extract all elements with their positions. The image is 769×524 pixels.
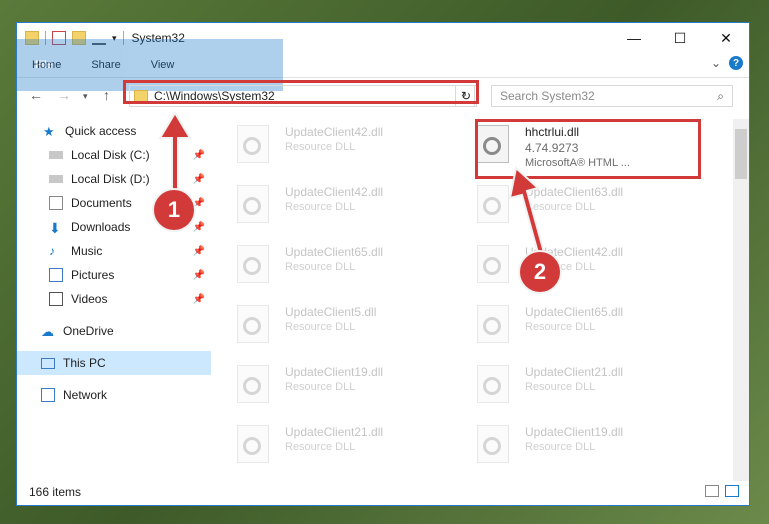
gear-icon <box>483 437 501 455</box>
sidebar-item-music[interactable]: ♪ Music 📌 <box>17 239 211 263</box>
window-controls: — ☐ ✕ <box>611 23 749 53</box>
file-item[interactable]: UpdateClient42.dll Resource DLL <box>227 119 457 171</box>
gear-icon <box>243 377 261 395</box>
file-description: Resource DLL <box>285 261 356 273</box>
file-name: UpdateClient5.dll <box>285 305 377 319</box>
search-placeholder: Search System32 <box>500 89 595 103</box>
cloud-icon: ☁ <box>41 324 54 339</box>
search-input[interactable]: Search System32 ⌕ <box>491 85 733 107</box>
sidebar-item-label: Downloads <box>71 220 131 234</box>
help-icon[interactable]: ? <box>729 56 743 70</box>
gear-icon <box>243 257 261 275</box>
minimize-button[interactable]: — <box>611 23 657 53</box>
file-item[interactable]: UpdateClient42.dll Resource DLL <box>227 179 457 231</box>
recent-locations-icon[interactable]: ▾ <box>83 91 88 102</box>
file-item[interactable]: UpdateClient65.dll Resource DLL <box>467 299 697 351</box>
sidebar-item-label: Videos <box>71 292 108 306</box>
file-item[interactable]: UpdateClient19.dll Resource DLL <box>467 419 697 471</box>
file-description: Resource DLL <box>525 321 596 333</box>
sidebar-item-label: OneDrive <box>63 324 114 338</box>
pin-icon[interactable]: 📌 <box>193 294 205 305</box>
sidebar-item-label: Pictures <box>71 268 115 282</box>
gear-icon <box>243 317 261 335</box>
network-icon <box>41 388 55 402</box>
item-count: 166 items <box>29 485 82 499</box>
file-item[interactable]: UpdateClient21.dll Resource DLL <box>227 419 457 471</box>
sidebar-item-label: Documents <box>71 196 132 210</box>
file-name: UpdateClient21.dll <box>525 365 624 379</box>
address-highlight <box>123 80 479 104</box>
drive-icon <box>49 151 63 159</box>
view-toggles <box>705 485 739 497</box>
close-button[interactable]: ✕ <box>703 23 749 53</box>
file-name: UpdateClient65.dll <box>285 245 384 259</box>
computer-icon <box>41 357 55 369</box>
file-item[interactable]: UpdateClient19.dll Resource DLL <box>227 359 457 411</box>
forward-icon[interactable]: → <box>57 87 71 103</box>
maximize-button[interactable]: ☐ <box>657 23 703 53</box>
gear-icon <box>243 197 261 215</box>
vertical-scrollbar[interactable] <box>733 119 749 481</box>
music-icon: ♪ <box>49 244 55 258</box>
gear-icon <box>243 437 261 455</box>
gear-icon <box>483 377 501 395</box>
sidebar-item-label: Quick access <box>65 124 137 138</box>
ribbon-right: ⌄ ? <box>711 56 743 70</box>
file-description: Resource DLL <box>285 201 356 213</box>
file-description: Resource DLL <box>285 381 356 393</box>
file-name: UpdateClient19.dll <box>285 365 384 379</box>
video-icon <box>49 292 63 306</box>
large-icons-view-icon[interactable] <box>725 485 739 497</box>
up-icon[interactable]: ↑ <box>103 87 110 103</box>
pin-icon[interactable]: 📌 <box>193 270 205 281</box>
back-icon[interactable]: ← <box>29 87 43 103</box>
step-badge-1: 1 <box>152 188 196 232</box>
file-name: UpdateClient42.dll <box>285 125 384 139</box>
sidebar-item-label: Network <box>63 388 108 402</box>
sidebar-item-network[interactable]: Network <box>17 383 211 407</box>
ribbon-tabs: File Home Share View ⌄ ? <box>17 39 749 91</box>
search-icon: ⌕ <box>717 89 724 103</box>
file-description: Resource DLL <box>525 381 596 393</box>
pin-icon[interactable]: 📌 <box>193 246 205 257</box>
file-name: UpdateClient21.dll <box>285 425 384 439</box>
file-description: Resource DLL <box>285 141 356 153</box>
file-item[interactable]: UpdateClient5.dll Resource DLL <box>227 299 457 351</box>
document-icon <box>49 196 63 210</box>
details-view-icon[interactable] <box>705 485 719 497</box>
file-name: UpdateClient19.dll <box>525 425 624 439</box>
star-icon: ★ <box>43 124 55 139</box>
file-name: UpdateClient42.dll <box>285 185 384 199</box>
expand-ribbon-icon[interactable]: ⌄ <box>711 56 721 70</box>
scrollbar-thumb[interactable] <box>735 129 747 179</box>
file-item[interactable]: UpdateClient21.dll Resource DLL <box>467 359 697 411</box>
step-badge-2: 2 <box>518 250 562 294</box>
gear-icon <box>483 317 501 335</box>
sidebar-item-label: Music <box>71 244 103 258</box>
gear-icon <box>243 137 261 155</box>
sidebar-item-label: Local Disk (D:) <box>71 172 150 186</box>
file-item[interactable]: UpdateClient65.dll Resource DLL <box>227 239 457 291</box>
file-description: Resource DLL <box>285 441 356 453</box>
sidebar-item-videos[interactable]: Videos 📌 <box>17 287 211 311</box>
sidebar-item-label: This PC <box>63 356 106 370</box>
sidebar-item-onedrive[interactable]: ☁ OneDrive <box>17 319 211 343</box>
pin-icon[interactable]: 📌 <box>193 222 205 233</box>
sidebar-item-this-pc[interactable]: This PC <box>17 351 211 375</box>
status-bar: 166 items <box>17 479 749 505</box>
sidebar-item-pictures[interactable]: Pictures 📌 <box>17 263 211 287</box>
download-icon: ⬇ <box>49 220 61 236</box>
drive-icon <box>49 175 63 183</box>
file-description: Resource DLL <box>285 321 356 333</box>
file-description: Resource DLL <box>525 441 596 453</box>
picture-icon <box>49 268 63 282</box>
file-name: UpdateClient65.dll <box>525 305 624 319</box>
explorer-window: ▾ System32 — ☐ ✕ File Home Share View ⌄ … <box>16 22 750 506</box>
gear-icon <box>483 257 501 275</box>
gear-icon <box>483 197 501 215</box>
sidebar-item-label: Local Disk (C:) <box>71 148 150 162</box>
